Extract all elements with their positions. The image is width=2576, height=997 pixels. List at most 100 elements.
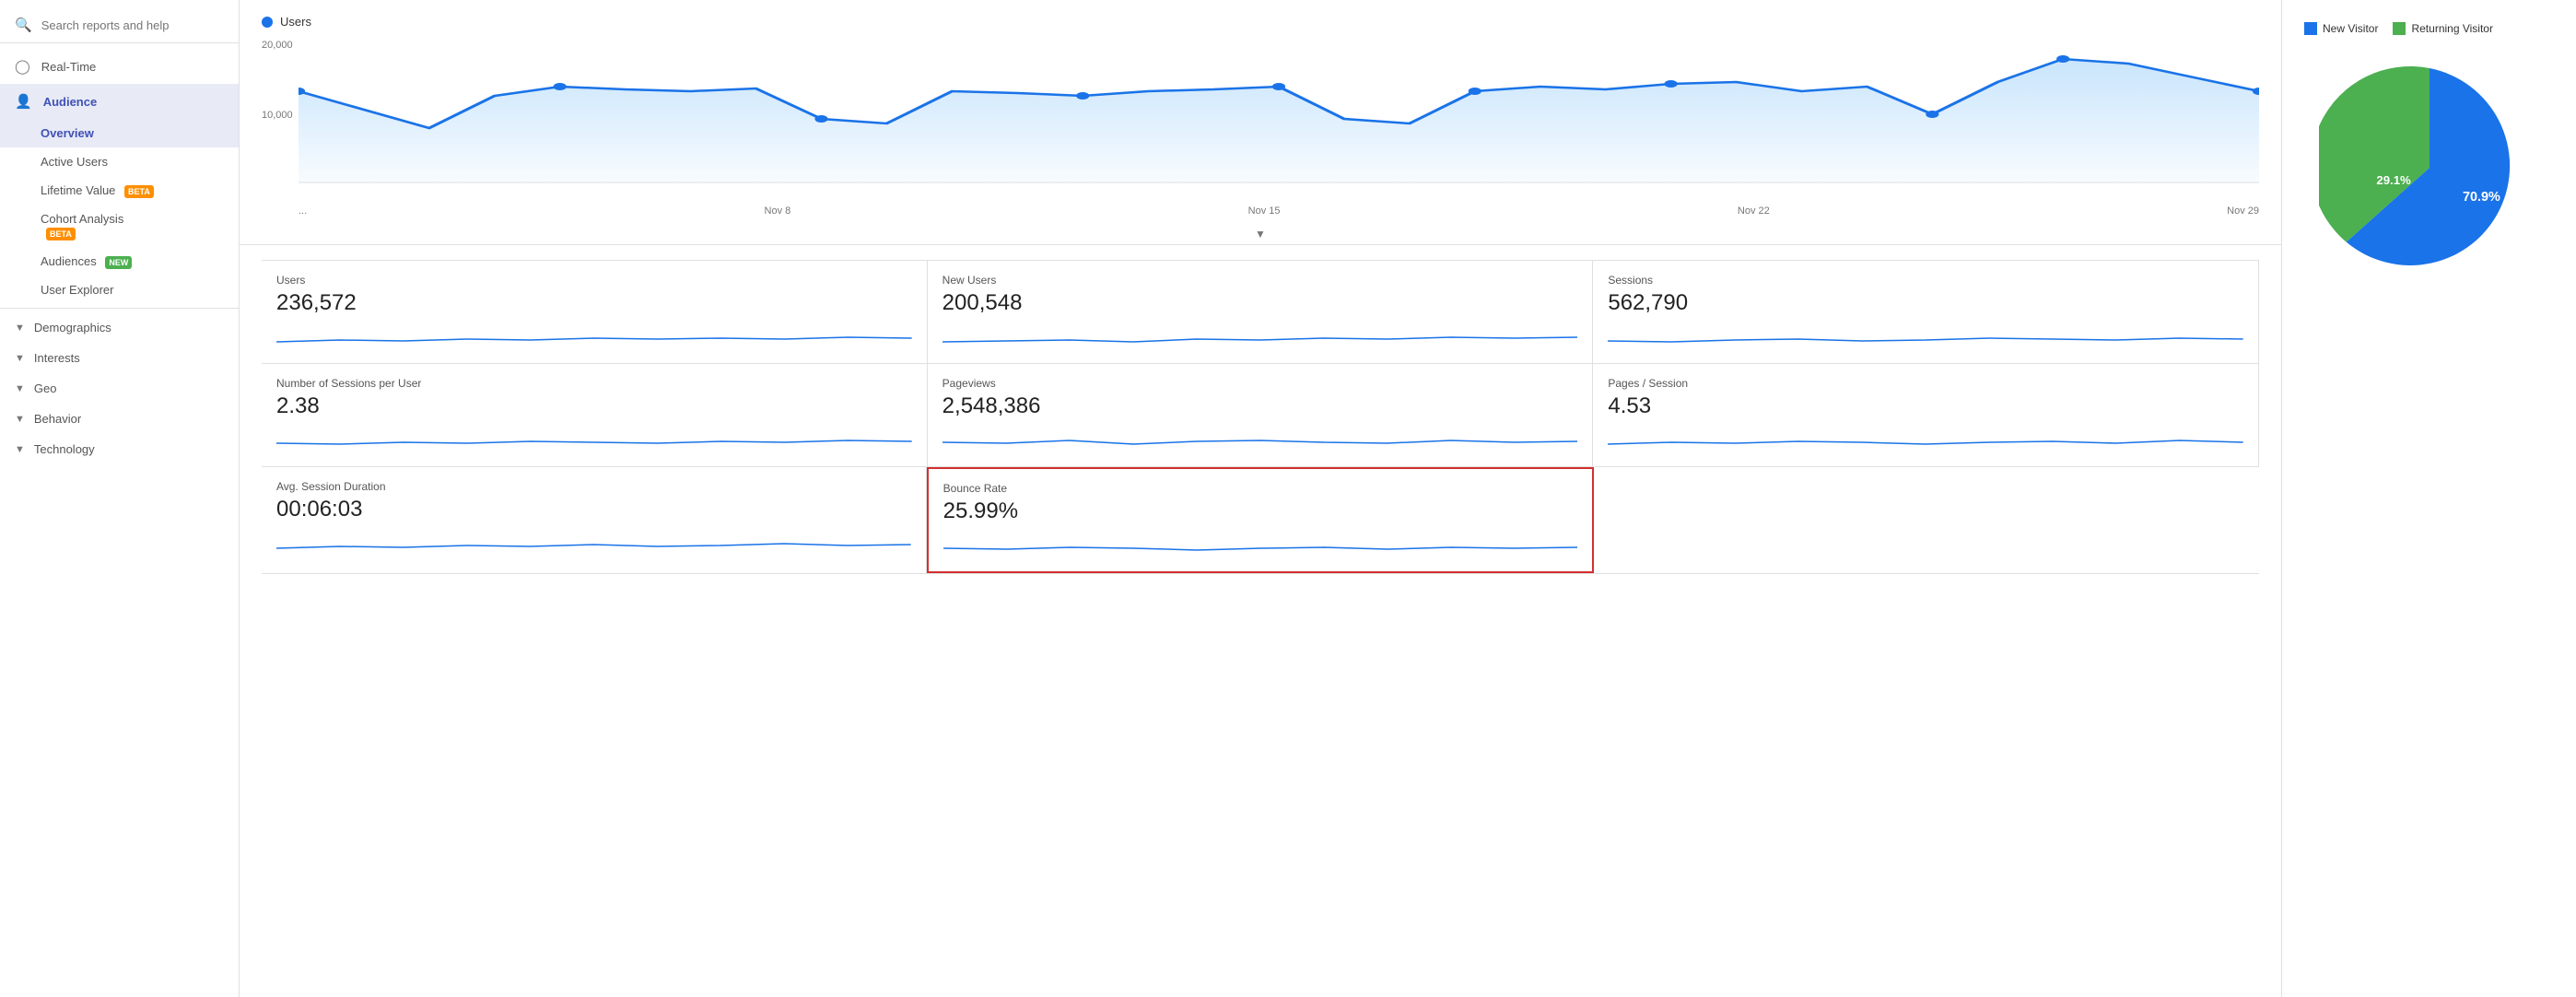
y-label-20000: 20,000 [262, 40, 293, 51]
sessions-mini-chart [1608, 323, 2243, 351]
returning-visitor-color [2393, 22, 2406, 35]
users-value: 236,572 [276, 290, 912, 316]
x-label-ellipsis: ... [299, 205, 307, 217]
metric-card-sessions-per-user: Number of Sessions per User 2.38 [262, 364, 928, 466]
main-scroll: Users 20,000 10,000 [240, 0, 2281, 997]
technology-label: Technology [34, 442, 95, 456]
chart-area: Users 20,000 10,000 [240, 0, 2281, 245]
sidebar-sub-item-audiences[interactable]: Audiences NEW [0, 247, 239, 276]
metric-card-bounce-rate: Bounce Rate 25.99% [927, 467, 1595, 573]
returning-visitor-pct-label: 29.1% [2376, 173, 2411, 187]
chevron-down-icon[interactable]: ▼ [1255, 228, 1266, 240]
metric-card-users: Users 236,572 [262, 261, 928, 363]
metric-card-sessions: Sessions 562,790 [1593, 261, 2259, 363]
x-label-nov8: Nov 8 [765, 205, 791, 217]
search-icon: 🔍 [15, 17, 32, 33]
new-users-label: New Users [943, 274, 1578, 287]
legend-dot [262, 17, 273, 28]
sidebar-sub-item-active-users[interactable]: Active Users [0, 147, 239, 176]
clock-icon: ◯ [15, 58, 30, 75]
metrics-row-2: Number of Sessions per User 2.38 Pagevie… [262, 364, 2259, 467]
sidebar-item-real-time-label: Real-Time [41, 60, 96, 74]
geo-label: Geo [34, 381, 57, 395]
metrics-area: Users 236,572 New Users 200,548 Sessions… [240, 245, 2281, 589]
avg-session-duration-value: 00:06:03 [276, 497, 911, 522]
sessions-value: 562,790 [1608, 290, 2243, 316]
sidebar-item-real-time[interactable]: ◯ Real-Time [0, 49, 239, 84]
y-label-10000: 10,000 [262, 110, 293, 121]
metric-card-new-users: New Users 200,548 [928, 261, 1594, 363]
pie-legend: New Visitor Returning Visitor [2297, 22, 2493, 35]
arrow-interests: ▼ [15, 353, 25, 364]
new-badge-audiences: NEW [105, 256, 132, 269]
sidebar-item-audience[interactable]: 👤 Audience [0, 84, 239, 119]
metric-card-pageviews: Pageviews 2,548,386 [928, 364, 1594, 466]
avg-session-duration-label: Avg. Session Duration [276, 480, 911, 493]
sidebar-collapse-technology[interactable]: ▼ Technology [0, 434, 239, 464]
sessions-per-user-label: Number of Sessions per User [276, 377, 912, 390]
arrow-geo: ▼ [15, 383, 25, 394]
audiences-label: Audiences [41, 254, 97, 268]
sidebar-collapse-interests[interactable]: ▼ Interests [0, 343, 239, 373]
pageviews-mini-chart [943, 427, 1578, 454]
pageviews-value: 2,548,386 [943, 393, 1578, 419]
sidebar-item-audience-label: Audience [43, 95, 98, 109]
sidebar-sub-item-lifetime-value[interactable]: Lifetime Value BETA [0, 176, 239, 205]
search-box[interactable]: 🔍 [0, 7, 239, 43]
bounce-rate-value: 25.99% [943, 498, 1578, 524]
active-users-label: Active Users [41, 155, 108, 169]
arrow-technology: ▼ [15, 444, 25, 455]
cohort-analysis-label: Cohort Analysis [41, 212, 123, 226]
chart-legend: Users [262, 15, 2259, 29]
user-explorer-label: User Explorer [41, 283, 113, 297]
new-users-mini-chart [943, 323, 1578, 351]
metric-card-pages-session: Pages / Session 4.53 [1593, 364, 2259, 466]
pages-session-value: 4.53 [1608, 393, 2243, 419]
sidebar-collapse-behavior[interactable]: ▼ Behavior [0, 404, 239, 434]
bounce-rate-mini-chart [943, 532, 1578, 559]
interests-label: Interests [34, 351, 80, 365]
overview-label: Overview [41, 126, 94, 140]
users-label: Users [276, 274, 912, 287]
behavior-label: Behavior [34, 412, 81, 426]
sidebar-collapse-demographics[interactable]: ▼ Demographics [0, 312, 239, 343]
metrics-row-1: Users 236,572 New Users 200,548 Sessions… [262, 260, 2259, 364]
chart-legend-label: Users [280, 15, 311, 29]
new-visitor-label: New Visitor [2323, 22, 2378, 35]
metric-card-avg-session-duration: Avg. Session Duration 00:06:03 [262, 467, 927, 573]
legend-returning-visitor: Returning Visitor [2393, 22, 2493, 35]
person-icon: 👤 [15, 93, 32, 110]
new-users-value: 200,548 [943, 290, 1578, 316]
search-input[interactable] [41, 18, 224, 32]
pageviews-label: Pageviews [943, 377, 1578, 390]
sidebar-sub-item-cohort-analysis[interactable]: Cohort Analysis BETA [0, 205, 239, 247]
bounce-rate-label: Bounce Rate [943, 482, 1578, 495]
chart-x-labels: ... Nov 8 Nov 15 Nov 22 Nov 29 [262, 202, 2259, 224]
arrow-behavior: ▼ [15, 414, 25, 425]
pie-chart: 70.9% 29.1% [2319, 57, 2540, 278]
new-visitor-pct-label: 70.9% [2463, 190, 2500, 205]
sessions-per-user-mini-chart [276, 427, 912, 454]
sidebar-sub-item-user-explorer[interactable]: User Explorer [0, 276, 239, 304]
sidebar-collapse-geo[interactable]: ▼ Geo [0, 373, 239, 404]
x-label-nov22: Nov 22 [1738, 205, 1770, 217]
pages-session-label: Pages / Session [1608, 377, 2243, 390]
legend-new-visitor: New Visitor [2304, 22, 2378, 35]
users-mini-chart [276, 323, 912, 351]
returning-visitor-label: Returning Visitor [2411, 22, 2493, 35]
content-wrapper: Users 20,000 10,000 [240, 0, 2576, 997]
lifetime-value-label: Lifetime Value [41, 183, 115, 197]
beta-badge-cohort: BETA [46, 228, 76, 240]
x-label-nov15: Nov 15 [1248, 205, 1281, 217]
pages-session-mini-chart [1608, 427, 2243, 454]
sidebar: 🔍 ◯ Real-Time 👤 Audience Overview Active… [0, 0, 240, 997]
avg-session-duration-mini-chart [276, 530, 911, 557]
new-visitor-color [2304, 22, 2317, 35]
line-chart: 20,000 10,000 [262, 36, 2259, 202]
divider-1 [0, 308, 239, 309]
sidebar-sub-item-overview[interactable]: Overview [0, 119, 239, 147]
x-label-nov29: Nov 29 [2227, 205, 2259, 217]
metrics-row-3: Avg. Session Duration 00:06:03 Bounce Ra… [262, 467, 2259, 574]
beta-badge-lifetime: BETA [124, 185, 154, 198]
chevron-down-wrap: ▼ [262, 224, 2259, 244]
